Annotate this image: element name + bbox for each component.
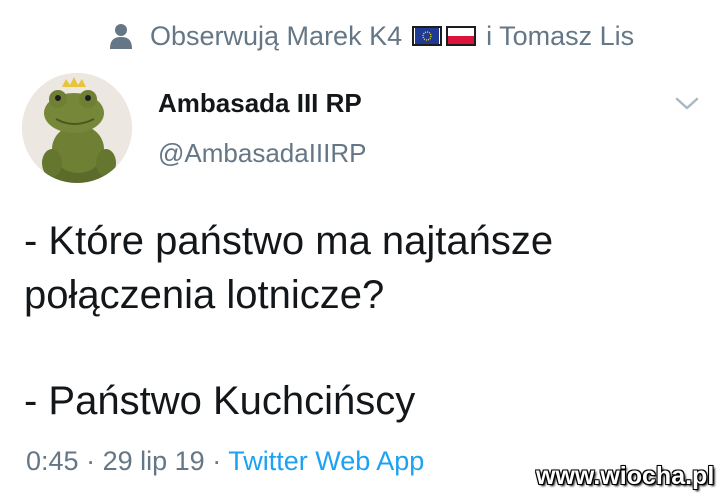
tweet-line: - Które państwo ma najtańsze [24, 219, 554, 263]
tweet-meta: 0:45 · 29 lip 19 · Twitter Web App [26, 446, 424, 477]
tweet-line: - Państwo Kuchcińscy [24, 379, 416, 423]
meta-separator: · [212, 446, 222, 476]
meta-separator: · [86, 446, 96, 476]
tweet-time[interactable]: 0:45 [26, 446, 79, 476]
social-context-suffix: i Tomasz Lis [486, 20, 635, 51]
poland-flag-icon [446, 26, 477, 46]
chevron-down-icon[interactable] [672, 94, 702, 114]
tweet-text: - Które państwo ma najtańsze połączenia … [24, 214, 704, 428]
avatar[interactable] [22, 73, 132, 183]
frog-prince-plush-avatar [22, 73, 132, 183]
display-name[interactable]: Ambasada III RP [158, 88, 362, 119]
eu-flag-icon [412, 26, 443, 46]
watermark: www.wiocha.pl [536, 462, 715, 490]
tweet-date[interactable]: 29 lip 19 [103, 446, 205, 476]
user-handle[interactable]: @AmbasadaIIIRP [158, 138, 366, 169]
tweet-source-link[interactable]: Twitter Web App [228, 446, 424, 476]
person-icon [110, 24, 132, 49]
social-context-prefix: Obserwują Marek K4 [150, 20, 403, 51]
tweet-line: połączenia lotnicze? [24, 273, 385, 317]
social-context: Obserwują Marek K4 i Tomasz Lis [110, 18, 634, 54]
